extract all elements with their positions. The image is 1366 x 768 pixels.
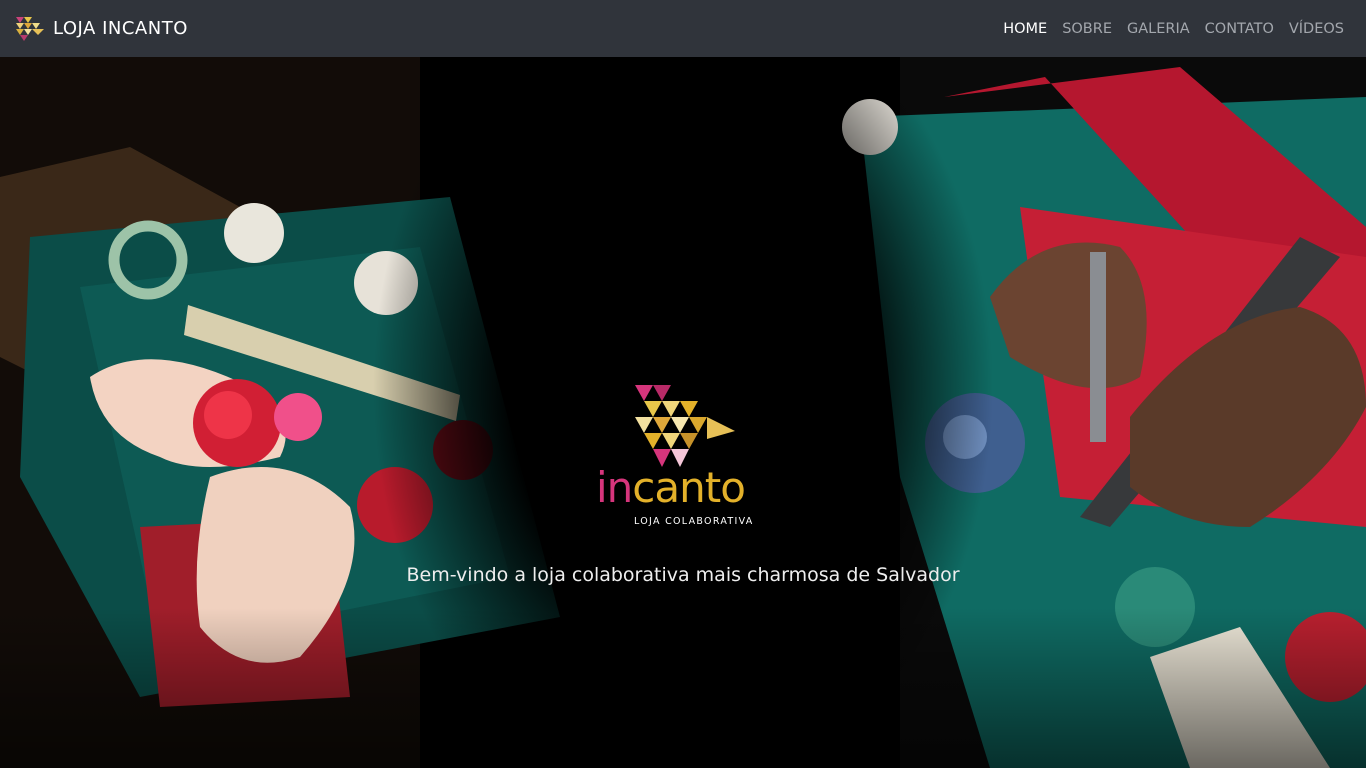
nav-galeria[interactable]: GALERIA <box>1127 21 1190 37</box>
brand-name: LOJA INCANTO <box>53 18 188 39</box>
logo-subtitle: LOJA COLABORATIVA <box>634 516 754 527</box>
nav-sobre[interactable]: SOBRE <box>1062 21 1112 37</box>
logo-wordmark: incanto <box>596 467 746 509</box>
hero-tagline: Bem-vindo a loja colaborativa mais charm… <box>406 564 960 586</box>
hero-section: incanto LOJA COLABORATIVA Bem-vindo a lo… <box>0 57 1366 768</box>
logo-word-canto: canto <box>632 463 746 512</box>
nav-videos[interactable]: VÍDEOS <box>1289 21 1344 37</box>
hero-bottom-fade <box>0 608 1366 768</box>
brand-link[interactable]: LOJA INCANTO <box>14 0 188 57</box>
logo-word-in: in <box>596 463 633 512</box>
nav-contato[interactable]: CONTATO <box>1205 21 1274 37</box>
nav-menu: HOME SOBRE GALERIA CONTATO VÍDEOS <box>988 0 1344 57</box>
navbar: LOJA INCANTO HOME SOBRE GALERIA CONTATO … <box>0 0 1366 57</box>
incanto-logo-icon <box>16 16 44 41</box>
nav-home[interactable]: HOME <box>1003 21 1047 37</box>
